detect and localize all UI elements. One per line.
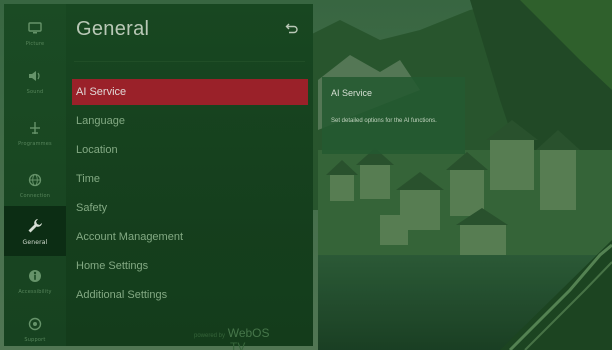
- menu-item-location[interactable]: Location: [72, 137, 308, 163]
- rail-item-picture[interactable]: Picture: [4, 8, 66, 58]
- menu-item-safety[interactable]: Safety: [72, 195, 308, 221]
- info-description: Set detailed options for the AI function…: [331, 118, 437, 124]
- rail-item-support[interactable]: Support: [4, 304, 66, 350]
- rail-label-general: General: [22, 238, 48, 246]
- antenna-icon: [26, 119, 44, 137]
- back-button[interactable]: [285, 20, 299, 34]
- rail-label-picture: Picture: [25, 41, 45, 47]
- rail-item-connection[interactable]: Connection: [4, 160, 66, 210]
- webos-brand-footer: powered by WebOS TV: [194, 326, 313, 350]
- menu-item-language[interactable]: Language: [72, 108, 308, 134]
- menu-item-ai-service[interactable]: AI Service: [72, 79, 308, 105]
- globe-icon: [26, 171, 44, 189]
- tv-settings-screen: Picture Sound Programmes Connection Gene…: [0, 0, 612, 350]
- rail-item-programmes[interactable]: Programmes: [4, 108, 66, 158]
- menu-item-account-management[interactable]: Account Management: [72, 224, 308, 250]
- wrench-icon: [26, 217, 44, 235]
- support-icon: [26, 315, 44, 333]
- picture-icon: [26, 19, 44, 37]
- panel-title: General: [76, 18, 150, 40]
- rail-label-support: Support: [24, 337, 46, 343]
- general-settings-panel: General AI Service Language Location Tim…: [66, 4, 313, 350]
- settings-menu: AI Service Language Location Time Safety…: [72, 79, 308, 311]
- rail-label-accessibility: Accessibility: [18, 289, 52, 295]
- menu-item-home-settings[interactable]: Home Settings: [72, 253, 308, 279]
- back-arrow-icon: [285, 23, 298, 34]
- rail-item-sound[interactable]: Sound: [4, 56, 66, 106]
- rail-item-accessibility[interactable]: Accessibility: [4, 256, 66, 306]
- category-rail: Picture Sound Programmes Connection Gene…: [4, 4, 66, 346]
- info-tooltip: AI Service Set detailed options for the …: [322, 77, 465, 154]
- rail-label-sound: Sound: [26, 89, 44, 95]
- rail-label-connection: Connection: [19, 193, 51, 199]
- rail-item-general[interactable]: General: [4, 206, 66, 256]
- brand-prefix: powered by: [194, 333, 226, 339]
- rail-label-programmes: Programmes: [18, 141, 52, 147]
- brand-name: WebOS: [227, 326, 270, 340]
- accessibility-icon: [26, 267, 44, 285]
- title-divider: [74, 61, 305, 62]
- menu-item-additional-settings[interactable]: Additional Settings: [72, 282, 308, 308]
- speaker-icon: [26, 67, 44, 85]
- menu-item-time[interactable]: Time: [72, 166, 308, 192]
- info-title: AI Service: [331, 88, 373, 98]
- brand-suffix: TV: [230, 340, 246, 350]
